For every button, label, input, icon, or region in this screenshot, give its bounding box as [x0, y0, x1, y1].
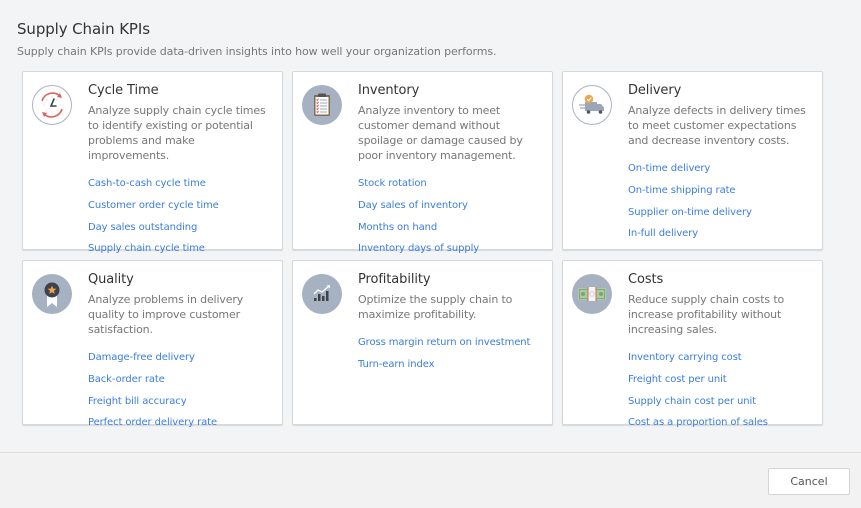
kpi-link-customer-order-cycle-time[interactable]: Customer order cycle time: [88, 200, 219, 211]
kpi-link-on-time-delivery[interactable]: On-time delivery: [628, 163, 710, 174]
kpi-link-turn-earn-index[interactable]: Turn-earn index: [358, 359, 435, 370]
card-title: Quality: [88, 272, 134, 287]
card-description: Analyze supply chain cycle times to iden…: [88, 104, 266, 162]
page-title: Supply Chain KPIs: [17, 20, 150, 38]
kpi-link-inventory-carrying-cost[interactable]: Inventory carrying cost: [628, 352, 742, 363]
kpi-link-day-sales-outstanding[interactable]: Day sales outstanding: [88, 222, 197, 233]
card-description: Reduce supply chain costs to increase pr…: [628, 293, 785, 336]
money-bill-icon: [572, 274, 612, 314]
cancel-button[interactable]: Cancel: [768, 468, 850, 495]
clipboard-checklist-icon: [302, 85, 342, 125]
kpi-card-inventory: Inventory Analyze inventory to meet cust…: [292, 71, 553, 254]
kpi-link-damage-free-delivery[interactable]: Damage-free delivery: [88, 352, 195, 363]
kpi-card-quality: Quality Analyze problems in delivery qua…: [22, 260, 283, 428]
kpi-link-perfect-order-delivery-rate[interactable]: Perfect order delivery rate: [88, 417, 217, 428]
kpi-link-cash-to-cash-cycle-time[interactable]: Cash-to-cash cycle time: [88, 178, 206, 189]
card-description: Analyze defects in delivery times to mee…: [628, 104, 806, 147]
kpi-link-cost-as-proportion-of-sales[interactable]: Cost as a proportion of sales: [628, 417, 768, 428]
clock-cycle-icon: [32, 85, 72, 125]
kpi-link-freight-cost-per-unit[interactable]: Freight cost per unit: [628, 374, 727, 385]
kpi-link-supply-chain-cycle-time[interactable]: Supply chain cycle time: [88, 243, 205, 254]
card-title: Inventory: [358, 83, 420, 98]
kpi-card-cycle-time: Cycle Time Analyze supply chain cycle ti…: [22, 71, 283, 254]
award-ribbon-icon: [32, 274, 72, 314]
kpi-card-grid: Cycle Time Analyze supply chain cycle ti…: [22, 71, 823, 428]
kpi-card-costs: Costs Reduce supply chain costs to incre…: [562, 260, 823, 428]
dialog-header: Supply Chain KPIs Supply chain KPIs prov…: [17, 20, 496, 58]
card-title: Costs: [628, 272, 664, 287]
card-title: Cycle Time: [88, 83, 159, 98]
kpi-link-gross-margin-return-on-investment[interactable]: Gross margin return on investment: [358, 337, 530, 348]
kpi-link-list: Gross margin return on investment Turn-e…: [358, 331, 540, 375]
kpi-link-inventory-days-of-supply[interactable]: Inventory days of supply: [358, 243, 479, 254]
kpi-link-on-time-shipping-rate[interactable]: On-time shipping rate: [628, 185, 736, 196]
card-description: Analyze problems in delivery quality to …: [88, 293, 244, 336]
kpi-card-delivery: Delivery Analyze defects in delivery tim…: [562, 71, 823, 250]
kpi-link-stock-rotation[interactable]: Stock rotation: [358, 178, 427, 189]
card-title: Profitability: [358, 272, 431, 287]
kpi-link-list: Inventory carrying cost Freight cost per…: [628, 346, 810, 433]
kpi-link-list: On-time delivery On-time shipping rate S…: [628, 157, 810, 244]
kpi-link-list: Cash-to-cash cycle time Customer order c…: [88, 172, 270, 259]
page-subtitle: Supply chain KPIs provide data-driven in…: [17, 45, 497, 58]
kpi-link-freight-bill-accuracy[interactable]: Freight bill accuracy: [88, 396, 187, 407]
dialog-footer: Cancel: [0, 452, 861, 508]
card-title: Delivery: [628, 83, 682, 98]
kpi-link-list: Damage-free delivery Back-order rate Fre…: [88, 346, 270, 433]
kpi-card-profitability: Profitability Optimize the supply chain …: [292, 260, 553, 425]
kpi-link-in-full-delivery[interactable]: In-full delivery: [628, 228, 698, 239]
kpi-link-back-order-rate[interactable]: Back-order rate: [88, 374, 165, 385]
kpi-link-day-sales-of-inventory[interactable]: Day sales of inventory: [358, 200, 468, 211]
kpi-link-months-on-hand[interactable]: Months on hand: [358, 222, 437, 233]
kpi-link-supplier-on-time-delivery[interactable]: Supplier on-time delivery: [628, 207, 752, 218]
kpi-link-list: Stock rotation Day sales of inventory Mo…: [358, 172, 540, 259]
card-description: Analyze inventory to meet customer deman…: [358, 104, 523, 162]
delivery-truck-icon: [572, 85, 612, 125]
kpi-link-supply-chain-cost-per-unit[interactable]: Supply chain cost per unit: [628, 396, 756, 407]
growth-chart-icon: [302, 274, 342, 314]
card-description: Optimize the supply chain to maximize pr…: [358, 293, 513, 321]
